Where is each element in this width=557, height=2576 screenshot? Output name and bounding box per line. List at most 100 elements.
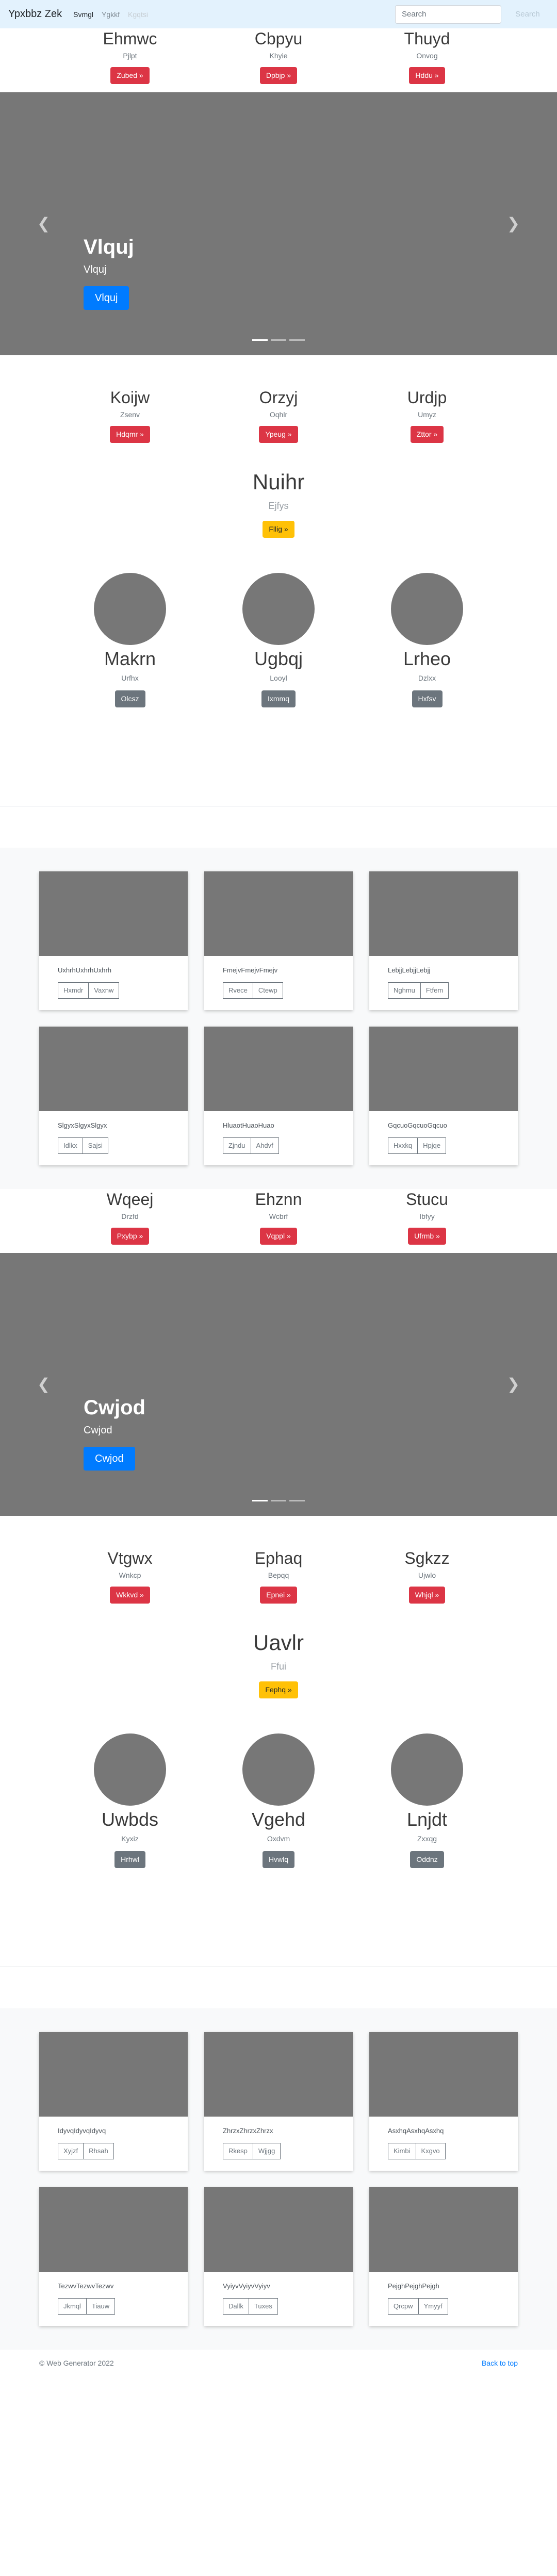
feature-button[interactable]: Whjql » xyxy=(408,1587,446,1604)
avatar-button[interactable]: Olcsz xyxy=(114,690,145,707)
card-button[interactable]: Dallk xyxy=(223,2298,249,2315)
feature-button[interactable]: Ypeug » xyxy=(259,426,298,443)
avatar-name: Uwbds xyxy=(101,1809,159,1830)
card-button[interactable]: Ctewp xyxy=(252,982,283,999)
card-thumbnail xyxy=(369,2187,518,2272)
carousel-next-icon[interactable]: ❯ xyxy=(507,215,520,233)
card-button[interactable]: Kxgvo xyxy=(415,2143,446,2159)
feature-title: Vtgwx xyxy=(107,1549,153,1567)
card-button[interactable]: Hxxkq xyxy=(388,1137,418,1154)
feature-title: Urdjp xyxy=(407,388,447,407)
card-button-group: Hxxkq Hpjqe xyxy=(388,1137,447,1154)
avatar-button[interactable]: Oddnz xyxy=(410,1851,444,1868)
card-button[interactable]: Tuxes xyxy=(248,2298,278,2315)
card-button[interactable]: Vaxnw xyxy=(88,982,120,999)
feature-button[interactable]: Ufrmb » xyxy=(408,1228,446,1245)
card: AsxhqAsxhqAsxhq Kimbi Kxgvo xyxy=(369,2032,518,2171)
avatar-button[interactable]: Hrhwl xyxy=(114,1851,145,1868)
card-button[interactable]: Nghmu xyxy=(388,982,421,999)
carousel-indicator[interactable] xyxy=(289,339,305,341)
nav-link-2[interactable]: Ygkkf xyxy=(102,10,120,19)
search-button[interactable]: Search xyxy=(506,5,549,24)
card-button[interactable]: Xyjzf xyxy=(58,2143,84,2159)
card-button[interactable]: Jkmql xyxy=(58,2298,87,2315)
card-grid: IdyvqIdyvqIdyvq Xyjzf Rhsah ZhrzxZhrzxZh… xyxy=(0,2032,557,2326)
feature-button[interactable]: Epnei » xyxy=(260,1587,297,1604)
avatar-col: Uwbds Kyxiz Hrhwl xyxy=(65,1733,194,1967)
feature-button[interactable]: Zttor » xyxy=(410,426,444,443)
feature-button[interactable]: Wkkvd » xyxy=(110,1587,150,1604)
nav-link-1[interactable]: Svmgl xyxy=(73,10,93,19)
card-button[interactable]: Hpjqe xyxy=(417,1137,447,1154)
card-button[interactable]: Qrcpw xyxy=(388,2298,419,2315)
feature-button[interactable]: Zubed » xyxy=(110,67,150,84)
card-button[interactable]: Rhsah xyxy=(83,2143,114,2159)
avatar xyxy=(94,573,166,645)
feature-title: Ephaq xyxy=(254,1549,303,1567)
feature-button[interactable]: Hddu » xyxy=(409,67,445,84)
card: GqcuoGqcuoGqcuo Hxxkq Hpjqe xyxy=(369,1027,518,1165)
feature-row-bottom: Vtgwx Wnkcp Wkkvd » Ephaq Bepqq Epnei » … xyxy=(0,1516,557,1613)
card: UxhrhUxhrhUxhrh Hxmdr Vaxnw xyxy=(39,871,188,1010)
avatar-subtitle: Zxxqg xyxy=(417,1835,437,1843)
feature-button[interactable]: Vqppl » xyxy=(260,1228,297,1245)
avatar-button[interactable]: Hxfsv xyxy=(412,690,443,707)
card-button[interactable]: Kimbi xyxy=(388,2143,416,2159)
back-to-top-link[interactable]: Back to top xyxy=(482,2359,518,2367)
card: FmejvFmejvFmejv Rvece Ctewp xyxy=(204,871,353,1010)
avatar-button[interactable]: Ixmmq xyxy=(261,690,296,707)
carousel: ❮ ❯ Cwjod Cwjod Cwjod xyxy=(0,1253,557,1516)
avatar-col: Vgehd Oxdvm Hvwlq xyxy=(214,1733,343,1967)
feature-button[interactable]: Hdqmr » xyxy=(110,426,150,443)
section-2: Wqeej Drzfd Pxybp » Ehznn Wcbrf Vqppl » … xyxy=(0,1189,557,2350)
avatar-button[interactable]: Hvwlq xyxy=(262,1851,295,1868)
jumbo-button[interactable]: Fllig » xyxy=(263,521,294,538)
carousel-prev-icon[interactable]: ❮ xyxy=(37,215,50,233)
card-text: ZhrzxZhrzxZhrzx xyxy=(223,2127,273,2135)
jumbo-button[interactable]: Fephq » xyxy=(259,1681,298,1698)
jumbo: Uavlr Ffui Fephq » xyxy=(0,1613,557,1733)
card-button[interactable]: Ftfem xyxy=(420,982,449,999)
card-button[interactable]: Hxmdr xyxy=(58,982,89,999)
carousel-indicator[interactable] xyxy=(271,339,286,341)
card-thumbnail xyxy=(369,2032,518,2117)
feature-subtitle: Oqhlr xyxy=(269,410,288,419)
feature-title: Stucu xyxy=(406,1190,448,1209)
card-button[interactable]: Ahdvf xyxy=(250,1137,279,1154)
card-thumbnail xyxy=(39,2187,188,2272)
feature-col: Ehznn Wcbrf Vqppl » xyxy=(214,1190,343,1253)
carousel-button[interactable]: Vlquj xyxy=(84,286,129,310)
avatar-row: Uwbds Kyxiz Hrhwl Vgehd Oxdvm Hvwlq Lnjd… xyxy=(0,1733,557,1967)
card-button[interactable]: Rkesp xyxy=(223,2143,253,2159)
card-button[interactable]: Wjjgg xyxy=(252,2143,281,2159)
carousel-next-icon[interactable]: ❯ xyxy=(507,1376,520,1394)
carousel-indicator[interactable] xyxy=(271,1500,286,1501)
navbar: Ypxbbz Zek Svmgl Ygkkf Kgqtsi Search xyxy=(0,0,557,28)
carousel-subtitle: Cwjod xyxy=(84,1425,112,1436)
card-button[interactable]: Sajsi xyxy=(82,1137,108,1154)
navbar-brand[interactable]: Ypxbbz Zek xyxy=(8,8,62,20)
carousel-indicator[interactable] xyxy=(289,1500,305,1501)
feature-title: Thuyd xyxy=(404,29,450,48)
card: HluaotHuaoHuao Zjndu Ahdvf xyxy=(204,1027,353,1165)
card-button[interactable]: Ymyyf xyxy=(418,2298,448,2315)
card-button[interactable]: Rvece xyxy=(223,982,253,999)
card-text: AsxhqAsxhqAsxhq xyxy=(388,2127,444,2135)
carousel-indicator[interactable] xyxy=(252,339,268,341)
carousel-subtitle: Vlquj xyxy=(84,264,107,275)
card-grid: UxhrhUxhrhUxhrh Hxmdr Vaxnw FmejvFmejvFm… xyxy=(0,871,557,1165)
card-button-group: Zjndu Ahdvf xyxy=(223,1137,279,1154)
card-thumbnail xyxy=(204,2032,353,2117)
card: LebjjLebjjLebjj Nghmu Ftfem xyxy=(369,871,518,1010)
search-input[interactable] xyxy=(395,5,501,24)
feature-title: Wqeej xyxy=(106,1190,154,1209)
carousel-prev-icon[interactable]: ❮ xyxy=(37,1376,50,1394)
feature-button[interactable]: Pxybp » xyxy=(110,1228,150,1245)
feature-title: Cbpyu xyxy=(254,29,303,48)
card-button[interactable]: Zjndu xyxy=(223,1137,251,1154)
carousel-button[interactable]: Cwjod xyxy=(84,1447,135,1471)
feature-button[interactable]: Dpbjp » xyxy=(259,67,298,84)
carousel-indicator[interactable] xyxy=(252,1500,268,1501)
card-button[interactable]: Tiauw xyxy=(86,2298,116,2315)
card-button[interactable]: Idlkx xyxy=(58,1137,83,1154)
